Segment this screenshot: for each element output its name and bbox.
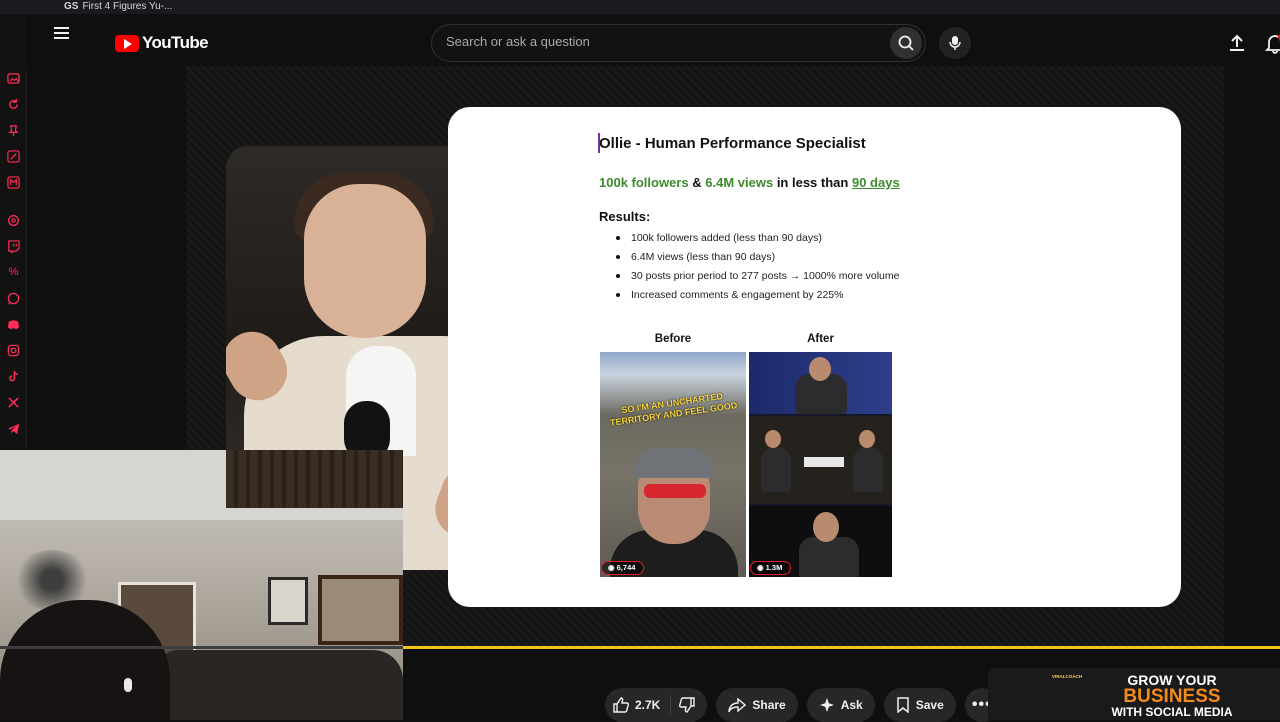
ad-line-1: GROW YOUR — [1127, 672, 1217, 688]
browser-tab[interactable]: GS First 4 Figures Yu-... — [64, 1, 172, 12]
percent-icon[interactable]: % — [7, 266, 20, 279]
search-input[interactable] — [444, 33, 868, 50]
ad-banner[interactable]: VIRALCOACH GROW YOUR BUSINESS WITH SOCIA… — [988, 668, 1280, 720]
followers-stat: 100k followers — [599, 175, 689, 190]
tab-favicon: GS — [64, 1, 79, 12]
ask-label: Ask — [840, 698, 863, 712]
refresh-icon[interactable] — [7, 98, 20, 111]
webcam-picture-frame — [268, 577, 308, 625]
whatsapp-icon[interactable] — [7, 292, 20, 305]
after-head-top — [809, 357, 831, 381]
ask-button[interactable]: Ask — [806, 688, 875, 722]
before-overlay-text: SO I'M AN UNCHARTED TERRITORY AND FEEL G… — [609, 390, 738, 428]
twitch-icon[interactable] — [7, 240, 20, 255]
case-study-slide: Ollie - Human Performance Specialist 100… — [448, 107, 1181, 607]
youtube-logo[interactable]: YouTube — [115, 33, 209, 53]
threads-icon[interactable] — [7, 214, 20, 227]
logo-text: YouTube — [142, 33, 209, 52]
youtube-play-icon — [115, 34, 139, 52]
like-dislike-group: 2.7K — [605, 688, 708, 722]
notifications-button[interactable] — [1264, 32, 1280, 54]
ad-line-3: WITH SOCIAL MEDIA — [1111, 705, 1233, 719]
views-stat: 6.4M views — [705, 175, 774, 190]
share-button[interactable]: Share — [716, 688, 798, 722]
thumb-person-glasses — [644, 484, 706, 498]
upload-button[interactable] — [1226, 32, 1248, 54]
after-table — [804, 457, 844, 467]
before-label: Before — [654, 333, 692, 345]
before-views: 6,744 — [616, 563, 636, 572]
bookmark-icon — [896, 697, 909, 713]
bell-icon — [1264, 34, 1280, 54]
stats-middle-text: in less than — [776, 175, 849, 190]
webcam-tiger-picture — [318, 575, 403, 645]
webcam-overlay — [0, 450, 403, 720]
thumb-person-cap — [634, 448, 714, 478]
after-person-bottom — [799, 537, 859, 577]
list-item: Increased comments & engagement by 225% — [614, 288, 899, 307]
before-views-badge: ◉ 6,744 — [601, 561, 645, 575]
list-item: 6.4M views (less than 90 days) — [614, 250, 899, 269]
slide-headline-stats: 100k followers & 6.4M views in less than… — [599, 175, 900, 190]
presenter-face — [304, 184, 426, 338]
stats-connector: & — [692, 175, 702, 190]
after-label: After — [807, 333, 834, 345]
share-label: Share — [752, 698, 786, 712]
after-head-bottom — [813, 512, 839, 542]
save-label: Save — [915, 698, 944, 712]
like-count: 2.7K — [635, 698, 661, 712]
after-head-right — [859, 430, 875, 448]
webcam-ceiling-beam — [226, 450, 403, 508]
after-thumbnail — [749, 352, 892, 577]
list-item: 30 posts prior period to 277 posts → 100… — [614, 269, 899, 288]
share-icon — [728, 697, 747, 713]
tiktok-icon[interactable] — [7, 370, 20, 383]
mic-icon — [949, 36, 961, 50]
sparkle-icon — [819, 698, 834, 712]
browser-tab-strip: GS First 4 Figures Yu-... — [0, 0, 1280, 14]
progress-track[interactable] — [0, 646, 403, 649]
days-stat: 90 days — [851, 175, 900, 190]
slide-title: Ollie - Human Performance Specialist — [598, 133, 866, 153]
after-views-badge: ◉ 1.3M — [750, 561, 792, 575]
ad-line-2: BUSINESS — [1123, 686, 1221, 707]
dislike-button[interactable] — [671, 697, 707, 713]
menu-icon[interactable] — [54, 24, 69, 42]
after-person-left — [761, 447, 791, 492]
pen-icon[interactable] — [7, 150, 20, 163]
after-person-right — [853, 447, 883, 492]
search-box[interactable] — [431, 24, 926, 62]
video-actions: 2.7K Share Ask Save ••• — [605, 688, 999, 722]
pin-icon[interactable] — [7, 124, 20, 137]
webcam-couch — [150, 650, 403, 720]
save-button[interactable]: Save — [883, 688, 956, 722]
upload-icon — [1230, 34, 1244, 51]
thumbs-up-icon — [613, 697, 629, 713]
before-thumbnail: SO I'M AN UNCHARTED TERRITORY AND FEEL G… — [600, 352, 746, 577]
progress-bar[interactable] — [403, 646, 1280, 649]
discord-icon[interactable] — [7, 318, 20, 331]
telegram-icon[interactable] — [7, 422, 20, 435]
list-item: 100k followers added (less than 90 days) — [614, 231, 899, 250]
photo-icon[interactable] — [7, 72, 20, 85]
x-icon[interactable] — [7, 396, 20, 409]
results-heading: Results: — [599, 209, 651, 224]
search-button[interactable] — [890, 27, 922, 59]
instagram-icon[interactable] — [7, 344, 20, 357]
earbud — [124, 678, 132, 692]
voice-search-button[interactable] — [939, 27, 971, 59]
results-list: 100k followers added (less than 90 days)… — [614, 231, 899, 307]
search-icon — [898, 35, 914, 51]
after-views: 1.3M — [765, 563, 783, 572]
m-icon[interactable] — [7, 176, 20, 189]
thumbs-down-icon — [679, 697, 696, 713]
like-button[interactable]: 2.7K — [605, 695, 672, 715]
tab-title: First 4 Figures Yu-... — [82, 1, 173, 12]
after-head-left — [765, 430, 781, 448]
move-cursor-icon: ✥ — [825, 414, 836, 429]
ad-brand: VIRALCOACH — [1052, 674, 1082, 679]
